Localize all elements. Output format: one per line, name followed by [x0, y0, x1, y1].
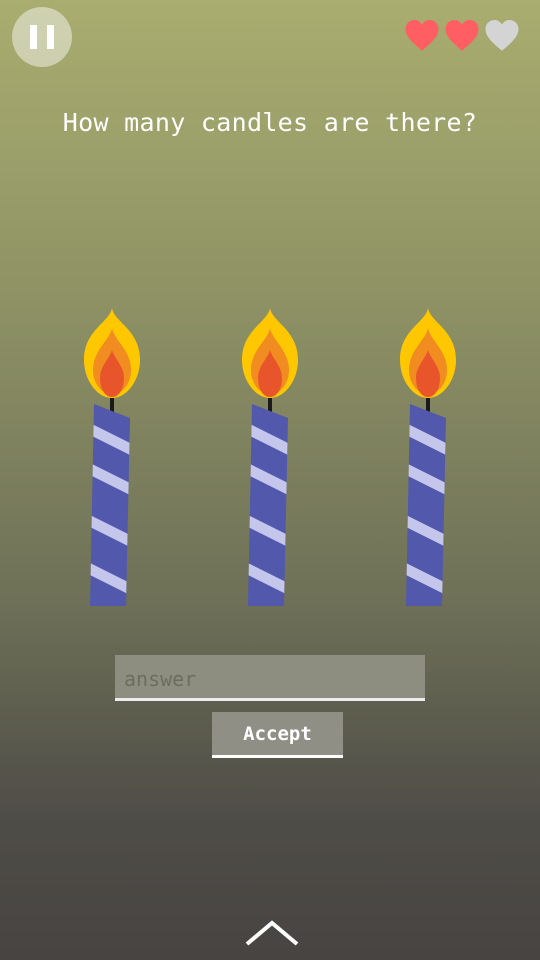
answer-input[interactable]: [115, 655, 425, 701]
accept-button[interactable]: Accept: [212, 712, 343, 758]
chevron-up-icon[interactable]: [244, 918, 300, 948]
pause-icon: [30, 25, 37, 49]
pause-button[interactable]: [12, 7, 72, 67]
candle: [84, 308, 140, 606]
candle: [242, 308, 298, 606]
flame-icon: [242, 308, 298, 398]
lives-indicator: [404, 18, 520, 52]
pause-icon: [47, 25, 54, 49]
heart-icon: [485, 20, 519, 51]
heart-icon: [445, 20, 479, 51]
flame-icon: [400, 308, 456, 398]
candle: [400, 308, 456, 606]
flame-icon: [84, 308, 140, 398]
question-text: How many candles are there?: [62, 108, 478, 137]
candle-group: [0, 300, 540, 620]
heart-icon: [405, 20, 439, 51]
